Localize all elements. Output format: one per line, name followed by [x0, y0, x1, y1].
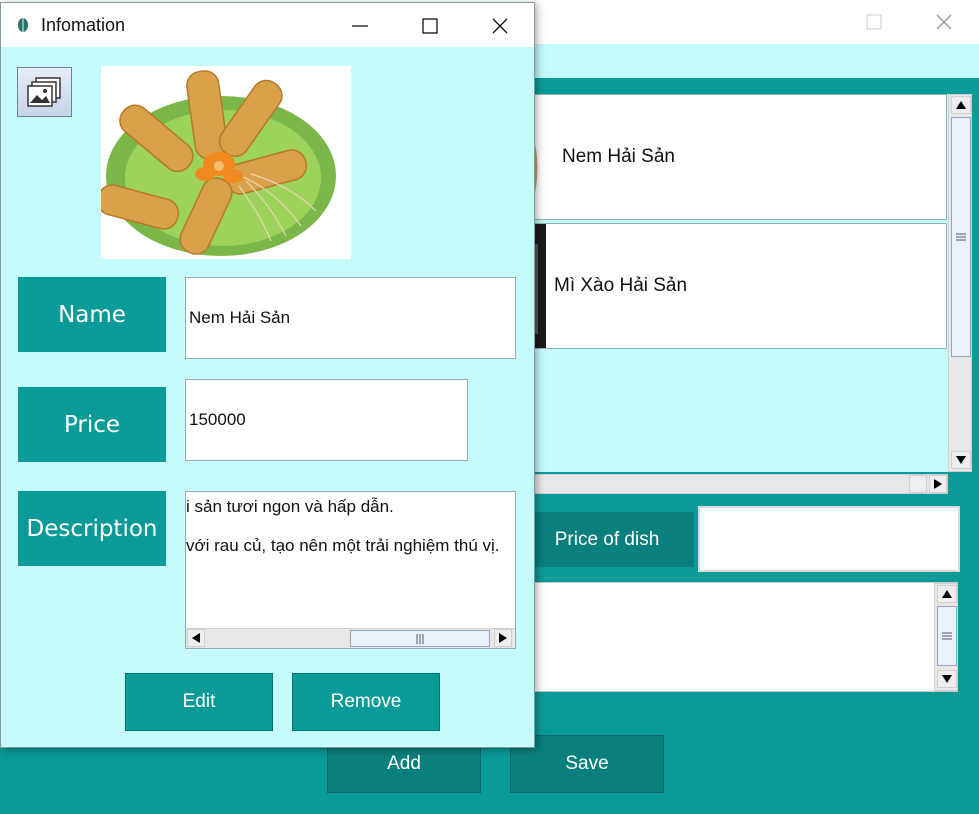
- image-picker-icon: [26, 77, 61, 107]
- list-item-label: Nem Hải Sản: [562, 146, 675, 167]
- close-icon[interactable]: [932, 10, 956, 34]
- remove-button[interactable]: Remove: [292, 673, 440, 731]
- description-horizontal-scrollbar[interactable]: [186, 628, 515, 648]
- edit-button[interactable]: Edit: [125, 673, 273, 731]
- scrollbar-thumb[interactable]: [951, 117, 971, 357]
- name-field[interactable]: Nem Hải Sản: [185, 277, 516, 359]
- dish-list[interactable]: Nem Hải Sản Mì Xào Hải Sản: [528, 94, 949, 472]
- description-line: với rau củ, tạo nên một trải nghiệm thú …: [186, 536, 500, 555]
- dish-image: [101, 66, 351, 259]
- scroll-down-arrow-icon[interactable]: [951, 451, 971, 469]
- maximize-icon[interactable]: [417, 13, 443, 39]
- list-item[interactable]: Nem Hải Sản: [529, 94, 947, 220]
- scroll-up-arrow-icon[interactable]: [937, 585, 957, 603]
- close-icon[interactable]: [487, 13, 513, 39]
- price-field[interactable]: 150000: [185, 379, 468, 461]
- list-vertical-scrollbar[interactable]: [948, 94, 972, 472]
- description-line: i sản tươi ngon và hấp dẫn.: [186, 497, 394, 516]
- scroll-left-arrow-icon[interactable]: [187, 629, 205, 647]
- description-textarea[interactable]: i sản tươi ngon và hấp dẫn. với rau củ, …: [185, 491, 516, 649]
- name-label: Name: [18, 277, 166, 352]
- scroll-right-arrow-icon[interactable]: [929, 475, 947, 493]
- dialog-title: Infomation: [41, 15, 126, 35]
- maximize-icon[interactable]: [862, 10, 886, 34]
- scroll-left-arrow-icon[interactable]: [909, 475, 927, 493]
- list-horizontal-scrollbar[interactable]: [528, 474, 948, 494]
- scroll-up-arrow-icon[interactable]: [951, 96, 971, 114]
- price-label: Price: [18, 387, 166, 462]
- window-app-icon: [18, 18, 28, 32]
- description-vertical-scrollbar[interactable]: [934, 583, 958, 691]
- price-of-dish-input[interactable]: [698, 506, 960, 572]
- scrollbar-thumb[interactable]: [350, 630, 490, 647]
- scroll-right-arrow-icon[interactable]: [494, 629, 512, 647]
- minimize-icon[interactable]: [347, 13, 373, 39]
- price-of-dish-label: Price of dish: [520, 512, 694, 567]
- list-item-label: Mì Xào Hải Sản: [554, 275, 688, 296]
- description-textarea[interactable]: [528, 582, 958, 692]
- scroll-down-arrow-icon[interactable]: [937, 670, 957, 688]
- scrollbar-thumb[interactable]: [937, 606, 957, 666]
- choose-image-button[interactable]: [17, 67, 72, 117]
- list-item[interactable]: Mì Xào Hải Sản: [529, 223, 947, 349]
- information-dialog: Infomation Name Nem Hải Sản Price 150000…: [0, 2, 535, 748]
- description-label: Description: [18, 491, 166, 566]
- dialog-titlebar[interactable]: Infomation: [1, 3, 534, 47]
